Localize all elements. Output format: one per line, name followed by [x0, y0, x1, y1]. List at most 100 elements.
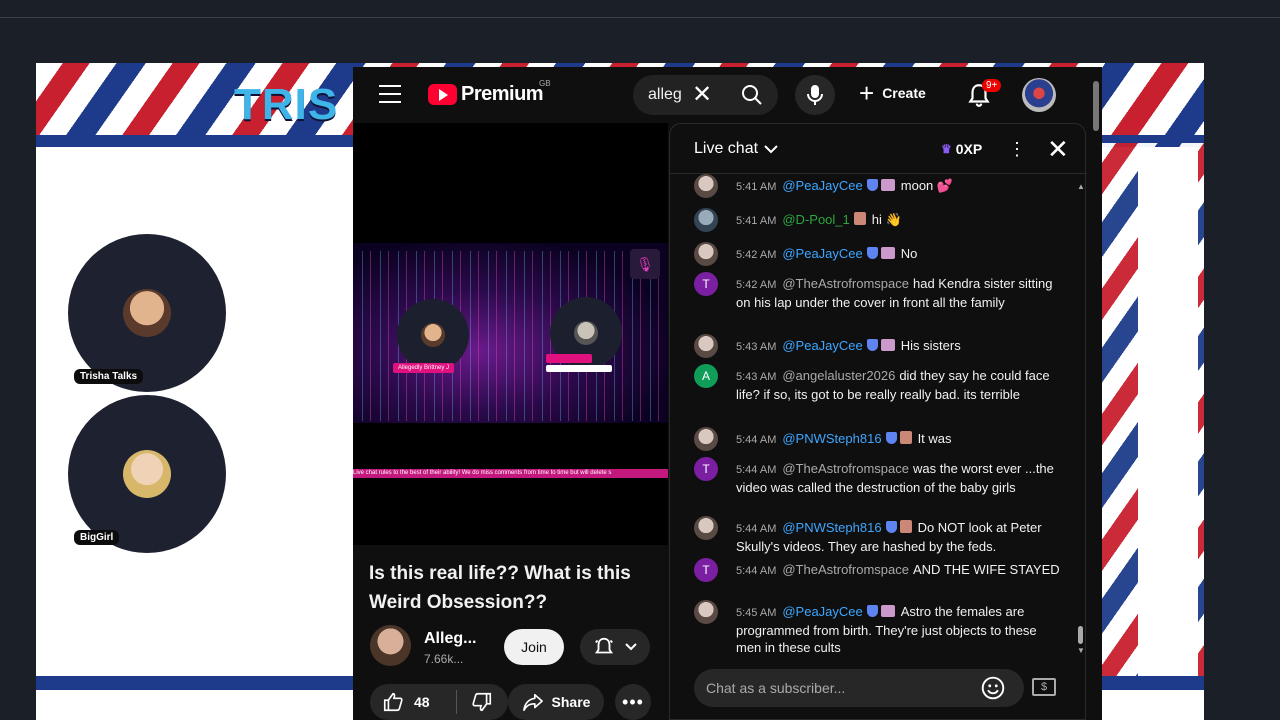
chat-message-text: No: [900, 246, 918, 261]
dislike-button[interactable]: [457, 684, 507, 720]
member-badge-icon: [880, 605, 895, 617]
member-badge-icon: [899, 520, 912, 533]
member-badge-icon: [880, 247, 895, 259]
banner-title: TRIS: [234, 80, 339, 129]
live-chat-title: Live chat: [694, 140, 759, 157]
chevron-down-icon: [764, 144, 778, 153]
youtube-play-icon: [428, 84, 457, 105]
chat-author-avatar[interactable]: A: [694, 364, 718, 388]
like-dislike-group: 48: [370, 684, 508, 720]
guest-avatar: [123, 450, 171, 498]
live-chat-panel: Live chat ♛ 0XP ⋮ ✕ 5:41 AM @PeaJayCee moo…: [669, 123, 1087, 720]
thumbs-up-icon: [383, 692, 403, 712]
chat-author-avatar[interactable]: [694, 600, 718, 624]
chat-author-avatar[interactable]: [694, 516, 718, 540]
chat-timestamp: 5:43 AM: [736, 341, 777, 353]
chat-author-name[interactable]: @D-Pool_1: [782, 212, 849, 227]
join-button[interactable]: Join: [504, 629, 564, 665]
chat-author-name[interactable]: @PNWSteph816: [782, 431, 881, 446]
video-guest-tag-bar: [546, 365, 612, 372]
chat-message-body: 5:45 AM @PeaJayCee Astro the females are p…: [736, 603, 1064, 656]
menu-icon[interactable]: [379, 85, 401, 103]
chat-author-name[interactable]: @TheAstrofromspace: [782, 276, 909, 291]
chat-message-body: 5:43 AM @angelaluster2026 did they say he …: [736, 367, 1064, 403]
like-button[interactable]: 48: [370, 684, 456, 720]
chat-author-name[interactable]: @PeaJayCee: [782, 246, 862, 261]
video-title: Is this real life?? What is this Weird O…: [369, 563, 631, 613]
plus-icon: +: [859, 78, 875, 108]
chat-author-name[interactable]: @PeaJayCee: [782, 338, 862, 353]
guest-label: BigGirl: [74, 530, 120, 545]
chat-timestamp: 5:45 AM: [736, 607, 777, 619]
youtube-header: Premium GB alleg ✕ + Create 9+: [353, 67, 1102, 123]
xp-value: 0XP: [955, 141, 983, 157]
notification-badge: 9+: [982, 79, 1002, 92]
emoji-icon[interactable]: [980, 675, 1006, 701]
search-icon[interactable]: [740, 83, 764, 107]
chat-message-body: 5:44 AM @PNWSteph816 Do NOT look at Peter …: [736, 519, 1064, 555]
super-chat-icon[interactable]: $: [1032, 678, 1056, 696]
share-button[interactable]: Share: [508, 684, 604, 720]
xp-indicator[interactable]: ♛ 0XP: [941, 141, 982, 157]
search-input[interactable]: alleg: [648, 86, 684, 104]
chat-input[interactable]: [706, 669, 966, 707]
member-badge-icon: [880, 179, 895, 191]
chat-author-name[interactable]: @TheAstrofromspace: [782, 461, 909, 476]
verified-shield-icon: [866, 247, 878, 259]
subscription-bell-button[interactable]: [580, 629, 650, 665]
chat-scrollbar-thumb[interactable]: [1078, 626, 1083, 644]
chat-timestamp: 5:41 AM: [736, 215, 777, 227]
chat-message: T 5:44 AM @TheAstrofromspace was the worst …: [694, 457, 1064, 496]
chat-author-avatar[interactable]: T: [694, 457, 718, 481]
thumbs-down-icon: [472, 692, 492, 712]
create-button[interactable]: + Create: [859, 78, 926, 108]
chat-author-avatar[interactable]: [694, 334, 718, 358]
bell-ring-icon: [594, 637, 614, 654]
page-scrollbar-thumb[interactable]: [1093, 81, 1099, 131]
verified-shield-icon: [866, 605, 878, 617]
verified-shield-icon: [866, 179, 878, 191]
chat-input-box[interactable]: [694, 669, 1024, 707]
scroll-up-arrow-icon[interactable]: ▲: [1077, 182, 1085, 191]
clear-icon[interactable]: ✕: [692, 83, 712, 107]
close-icon[interactable]: ✕: [1047, 136, 1069, 162]
chat-author-name[interactable]: @PeaJayCee: [782, 604, 862, 619]
chat-message-text: hi 👋: [871, 212, 902, 227]
member-badge-icon: [899, 431, 912, 444]
voice-search-button[interactable]: [795, 75, 835, 115]
chat-message-text: His sisters: [900, 338, 961, 353]
stream-canvas-right: [1138, 147, 1198, 687]
video-guest-circle: [397, 299, 469, 371]
chat-author-name[interactable]: @PNWSteph816: [782, 520, 881, 535]
chat-message: T 5:42 AM @TheAstrofromspace had Kendra sis…: [694, 272, 1064, 311]
chat-message-body: 5:44 AM @TheAstrofromspace AND THE WIFE ST…: [736, 561, 1064, 580]
account-avatar[interactable]: [1022, 78, 1056, 112]
more-actions-button[interactable]: •••: [615, 684, 651, 720]
chat-author-name[interactable]: @TheAstrofromspace: [782, 562, 909, 577]
channel-name[interactable]: Alleg...: [424, 630, 476, 648]
chat-author-avatar[interactable]: [694, 427, 718, 451]
live-chat-mode-dropdown[interactable]: Live chat: [694, 140, 778, 158]
share-label: Share: [551, 694, 591, 710]
youtube-logo[interactable]: Premium: [428, 83, 544, 106]
chat-author-name[interactable]: @PeaJayCee: [782, 178, 862, 193]
live-chat-header: Live chat ♛ 0XP ⋮ ✕: [670, 124, 1087, 174]
logo-country: GB: [539, 79, 551, 88]
crown-icon: ♛: [941, 142, 952, 156]
channel-avatar[interactable]: [370, 625, 411, 666]
scroll-down-arrow-icon[interactable]: ▼: [1077, 646, 1085, 655]
chat-message-text: AND THE WIFE STAYED: [913, 562, 1060, 577]
chat-more-options-icon[interactable]: ⋮: [1008, 139, 1026, 159]
chat-author-avatar[interactable]: T: [694, 272, 718, 296]
chat-author-avatar[interactable]: [694, 242, 718, 266]
video-guest-tag: [546, 354, 592, 363]
chat-author-name[interactable]: @angelaluster2026: [782, 368, 895, 383]
search-box[interactable]: alleg ✕: [633, 75, 778, 115]
subscriber-count: 7.66k...: [424, 652, 464, 666]
chat-timestamp: 5:41 AM: [736, 181, 777, 193]
chat-author-avatar[interactable]: [694, 174, 718, 198]
chat-message-body: 5:41 AM @PeaJayCee moon 💕: [736, 177, 1064, 196]
chat-author-avatar[interactable]: T: [694, 558, 718, 582]
video-player[interactable]: 🎙 Allegedly Brittney J Live chat rules t…: [353, 123, 668, 545]
chat-author-avatar[interactable]: [694, 208, 718, 232]
